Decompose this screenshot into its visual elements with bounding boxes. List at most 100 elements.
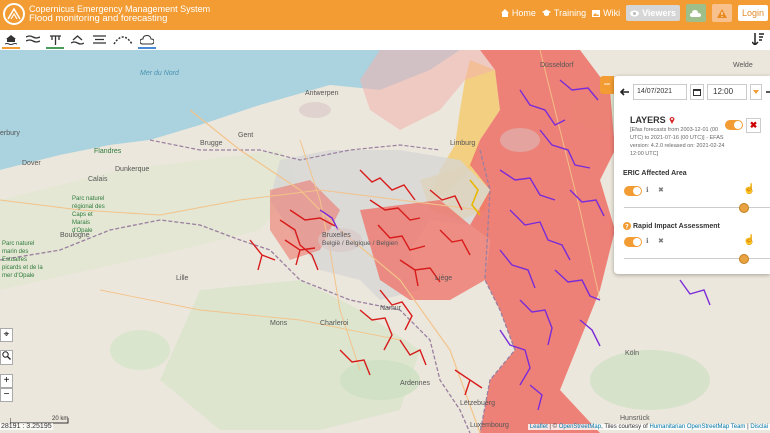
coordinate-readout: 28191 : 3.25195 <box>0 423 53 430</box>
place-label: Hunsrück <box>620 415 650 422</box>
osm-link[interactable]: OpenStreetMap <box>559 424 601 430</box>
layers-info: [Efas forecasts from 2003-12-01 (00 UTC)… <box>630 126 725 158</box>
eric-layer-toggle[interactable] <box>624 186 642 196</box>
place-label: Düsseldorf <box>540 62 574 69</box>
info-icon[interactable]: ℹ <box>646 186 649 194</box>
layers-close-button[interactable]: ✖ <box>746 118 761 133</box>
place-label: Antwerpen <box>305 90 339 97</box>
place-label: Parc naturel régional des Caps et Marais… <box>72 196 105 234</box>
main-nav: Home Training Wiki Viewers Login <box>500 4 768 22</box>
nav-home-label: Home <box>511 8 536 18</box>
place-label: Luxembourg <box>470 422 509 429</box>
layers-master-toggle[interactable] <box>725 120 743 130</box>
ria-opacity-slider[interactable] <box>739 254 749 264</box>
water-level-icon <box>92 35 106 44</box>
alert-button[interactable] <box>711 4 732 22</box>
layers-info-line: UTC) to 2021-07-16 (00 UTC)] - EFAS <box>630 135 724 141</box>
home-icon <box>500 9 509 17</box>
layers-info-line: version: 4.2.0 released on: 2021-02-24 <box>630 143 725 149</box>
tool-wave[interactable] <box>24 32 42 49</box>
place-label: Limburg <box>450 140 476 147</box>
place-label: erbury <box>0 130 20 137</box>
tool-rain-gauge[interactable] <box>112 32 134 49</box>
copernicus-logo-icon[interactable] <box>3 3 25 25</box>
place-label: Mons <box>270 320 288 327</box>
remove-icon[interactable]: ✖ <box>658 186 664 194</box>
place-label: Bruxelles <box>322 232 351 239</box>
layers-info-line: [Efas forecasts from 2003-12-01 (00 <box>630 127 719 133</box>
place-label: Ardennes <box>400 380 430 387</box>
search-icon <box>2 351 11 360</box>
calendar-button[interactable] <box>690 84 704 100</box>
sort-order-icon[interactable] <box>751 33 764 48</box>
tool-cloud[interactable] <box>138 32 156 49</box>
place-label: Brugge <box>200 140 223 147</box>
brand-title-line2: Flood monitoring and forecasting <box>29 13 168 24</box>
place-label: België / Belgique / Belgien <box>322 240 398 247</box>
nav-viewers-label: Viewers <box>642 8 676 18</box>
place-label: Namur <box>380 305 402 312</box>
zoom-in-button[interactable]: + <box>0 374 13 388</box>
panel-collapse-button[interactable]: − <box>600 76 614 94</box>
flood-icon <box>5 35 17 45</box>
image-icon <box>592 9 601 17</box>
river-gauge-icon <box>49 35 61 45</box>
login-button[interactable]: Login <box>737 5 768 21</box>
time-input[interactable]: 12:00 <box>707 84 747 100</box>
nav-wiki[interactable]: Wiki <box>592 8 620 18</box>
nav-training[interactable]: Training <box>541 8 587 18</box>
arrow-right-icon[interactable] <box>765 87 770 97</box>
calendar-icon <box>693 89 701 96</box>
place-label: Flandres <box>94 148 122 155</box>
impact-icon <box>70 35 84 45</box>
zoom-out-button[interactable]: − <box>0 388 13 402</box>
locate-button[interactable]: ⌖ <box>0 328 13 342</box>
info-icon[interactable]: ℹ <box>646 237 649 245</box>
eric-opacity-slider[interactable] <box>739 203 749 213</box>
warning-icon <box>716 8 727 18</box>
weather-button[interactable] <box>685 4 706 22</box>
map-attribution: Leaflet | © OpenStreetMap, Tiles courtes… <box>527 424 770 430</box>
nav-viewers[interactable]: Viewers <box>626 5 680 21</box>
top-header: Copernicus Emergency Management System F… <box>0 0 770 30</box>
place-label: Liège <box>435 275 453 282</box>
nav-home[interactable]: Home <box>500 8 536 18</box>
svg-text:?: ? <box>625 224 629 231</box>
place-label: Lëtzebuerg <box>460 400 496 407</box>
place-label: Dover <box>22 160 41 167</box>
layer-toolbar <box>0 30 770 51</box>
hot-link[interactable]: Humanitarian OpenStreetMap Team <box>649 424 745 430</box>
eric-title-text: ERIC Affected Area <box>623 170 687 177</box>
ria-layer-toggle[interactable] <box>624 237 642 247</box>
nav-training-label: Training <box>553 8 587 18</box>
cloud-icon <box>690 10 702 17</box>
leaflet-link[interactable]: Leaflet <box>530 424 548 430</box>
place-label: Dunkerque <box>115 166 150 173</box>
place-label: Welde <box>733 62 753 69</box>
arrow-left-icon[interactable] <box>620 87 630 97</box>
tool-flood[interactable] <box>2 32 20 49</box>
wave-icon <box>26 35 40 43</box>
layers-title-text: LAYERS <box>630 115 666 125</box>
nav-wiki-label: Wiki <box>603 8 621 18</box>
date-time-controls: 14/07/2021 12:00 <box>620 84 770 100</box>
tool-river-gauge[interactable] <box>46 32 64 49</box>
disclaimer-link[interactable]: Disclai <box>750 424 768 430</box>
brand-title: Copernicus Emergency Management System F… <box>29 4 210 24</box>
remove-icon[interactable]: ✖ <box>658 237 664 245</box>
date-input[interactable]: 14/07/2021 <box>633 84 687 100</box>
tool-impact[interactable] <box>68 32 86 49</box>
scale-label: 20 km <box>52 416 69 422</box>
pointer-hand-icon: ☝ <box>743 235 756 246</box>
place-label: Köln <box>625 350 640 357</box>
caret-down-icon <box>753 90 759 94</box>
place-label: Lille <box>176 275 189 282</box>
ria-title-text: Rapid Impact Assessment <box>633 222 720 230</box>
tool-water-level[interactable] <box>90 32 108 49</box>
cloud-icon <box>140 34 154 44</box>
search-map-button[interactable] <box>0 350 13 365</box>
layers-title: LAYERS <box>630 115 675 125</box>
place-label: Charleroi <box>320 320 349 327</box>
help-icon: ? <box>623 222 631 230</box>
time-dropdown[interactable] <box>750 84 762 100</box>
